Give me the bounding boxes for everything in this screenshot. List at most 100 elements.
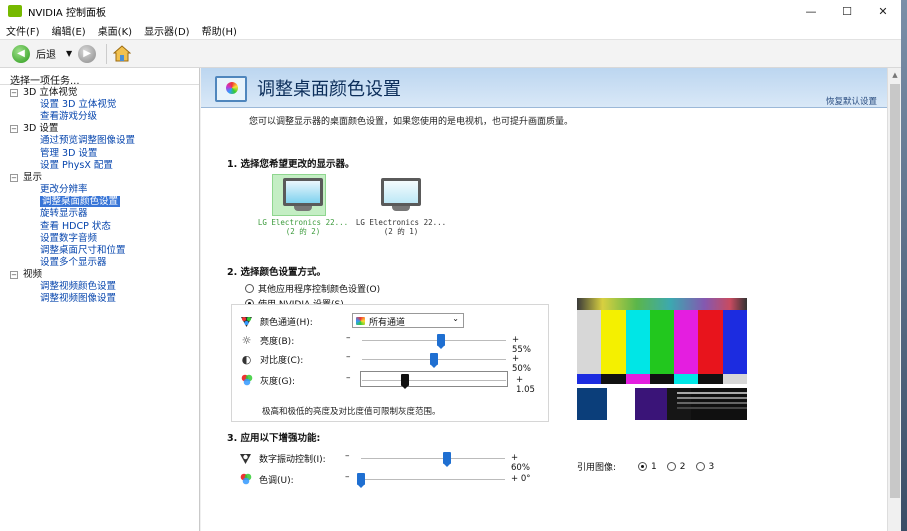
slider-track[interactable]	[361, 458, 505, 459]
contrast-label: 对比度(C):	[260, 355, 304, 366]
restore-defaults-link[interactable]: 恢复默认设置	[826, 95, 877, 107]
contrast-value: + 50%	[512, 354, 531, 374]
collapse-toggle-icon[interactable]: −	[10, 173, 18, 182]
monitor-index: (2 的 2)	[285, 227, 321, 236]
monitor-stand	[392, 206, 410, 211]
menu-display[interactable]: 显示器(D)	[144, 23, 190, 38]
test-pattern-mid-cell	[674, 374, 699, 384]
scroll-up-icon[interactable]: ▲	[888, 68, 901, 82]
gamma-slider[interactable]: –	[346, 371, 508, 389]
sidebar-task-link[interactable]: 设置数字音频	[10, 233, 135, 245]
contrast-slider-thumb[interactable]	[430, 353, 438, 368]
close-button[interactable]: ✕	[865, 0, 901, 22]
sidebar-task-label: 查看 HDCP 状态	[40, 220, 111, 232]
monitor-1-of-2[interactable]: LG Electronics 22... (2 的 1)	[349, 174, 453, 240]
vibrance-slider-thumb[interactable]	[443, 452, 452, 467]
radio-button[interactable]	[695, 462, 705, 471]
brightness-slider[interactable]: –	[346, 333, 506, 349]
reference-image-selector: 引用图像: 1 2 3	[577, 460, 724, 474]
monitor-icon	[381, 178, 421, 206]
sidebar-task-label: 设置 3D 立体视觉	[40, 99, 117, 110]
task-tree: −3D 立体视觉 设置 3D 立体视觉 查看游戏分级 −3D 设置 通过预览调整图像设置…	[10, 87, 135, 306]
sidebar-task-label: 设置多个显示器	[40, 257, 107, 269]
test-pattern-bar	[577, 310, 602, 374]
desktop-color-icon	[215, 76, 247, 102]
reference-image-option-1[interactable]: 1	[638, 462, 657, 472]
sidebar-task-link[interactable]: 调整视频颜色设置	[10, 281, 135, 293]
color-channel-select[interactable]: 所有通道 ⌄	[352, 313, 464, 328]
slider-track[interactable]	[362, 340, 506, 341]
maximize-button[interactable]: ☐	[829, 0, 865, 22]
sidebar-task-link[interactable]: 通过预览调整图像设置	[10, 135, 135, 147]
monitor-2-of-2[interactable]: LG Electronics 22... (2 的 2)	[251, 174, 355, 240]
minimize-button[interactable]: —	[793, 0, 829, 22]
collapse-toggle-icon[interactable]: −	[10, 271, 18, 280]
reference-image-option-2[interactable]: 2	[666, 462, 686, 472]
gamma-value: + 1.05	[516, 375, 535, 395]
home-icon[interactable]	[112, 44, 132, 63]
section-enhancements: 3. 应用以下增强功能:	[227, 433, 321, 444]
section-select-display: 1. 选择您希望更改的显示器。	[227, 159, 355, 170]
slider-track[interactable]	[362, 380, 506, 381]
reference-image-option-3[interactable]: 3	[695, 462, 714, 472]
sidebar-task-label: 管理 3D 设置	[40, 147, 98, 159]
sidebar-task-link[interactable]: 管理 3D 设置	[10, 148, 135, 160]
task-list-header: 选择一项任务...	[0, 68, 199, 87]
brightness-row: ☼ 亮度(B): – + 55%	[240, 332, 540, 355]
monitor-index: (2 的 1)	[383, 227, 419, 236]
sidebar-task-link[interactable]: 设置 PhysX 配置	[10, 160, 135, 172]
radio-button-selected[interactable]	[638, 462, 648, 471]
brightness-sun-icon: ☼	[241, 333, 252, 347]
reference-image-label: 引用图像:	[577, 463, 617, 473]
sidebar-task-link[interactable]: 设置 3D 立体视觉	[10, 99, 135, 111]
toolbar: ◀ 后退 ▼ ▶	[0, 40, 901, 68]
forward-arrow-icon[interactable]: ▶	[78, 44, 97, 63]
scrollbar-thumb[interactable]	[890, 84, 900, 498]
menu-file[interactable]: 文件(F)	[6, 23, 40, 38]
sidebar-task-link[interactable]: 设置多个显示器	[10, 257, 135, 269]
radio-button[interactable]	[245, 284, 254, 293]
collapse-toggle-icon[interactable]: −	[10, 125, 18, 134]
sidebar-category[interactable]: − 显示	[10, 172, 135, 184]
contrast-slider[interactable]: –	[346, 352, 506, 368]
sidebar-task-link[interactable]: 更改分辨率	[10, 184, 135, 196]
sidebar-task-link[interactable]: 查看游戏分级	[10, 111, 135, 123]
vibrance-row: 数字振动控制(I): – + 60%	[239, 450, 539, 473]
brightness-slider-thumb[interactable]	[437, 334, 446, 349]
sidebar-task-label: 设置 PhysX 配置	[40, 159, 113, 171]
gamma-row: 灰度(G): – + 1.05	[240, 371, 540, 395]
sidebar-task-label: 调整桌面尺寸和位置	[40, 244, 126, 256]
test-pattern-bar	[625, 310, 650, 374]
menu-help[interactable]: 帮助(H)	[202, 23, 237, 38]
hue-slider[interactable]: –	[345, 472, 505, 488]
sidebar-category[interactable]: − 视频	[10, 269, 135, 281]
sidebar-task-link[interactable]: 查看 HDCP 状态	[10, 221, 135, 233]
vertical-scrollbar[interactable]: ▲	[887, 68, 901, 531]
brightness-label: 亮度(B):	[260, 336, 295, 347]
hue-slider-thumb[interactable]	[357, 473, 365, 488]
test-pattern-mid-cell	[577, 374, 602, 384]
menu-desktop[interactable]: 桌面(K)	[98, 23, 132, 38]
sidebar-task-link[interactable]: 调整桌面颜色设置	[10, 196, 135, 208]
collapse-toggle-icon[interactable]: −	[10, 89, 18, 97]
test-pattern-bar	[722, 310, 747, 374]
contrast-row: ◐ 对比度(C): – + 50%	[240, 351, 540, 374]
slider-track[interactable]	[361, 479, 505, 480]
back-history-dropdown-icon[interactable]: ▼	[66, 49, 72, 58]
sidebar-category[interactable]: −3D 设置	[10, 123, 135, 135]
sidebar-task-link[interactable]: 调整桌面尺寸和位置	[10, 245, 135, 257]
page-header: 调整桌面颜色设置 恢复默认设置	[201, 68, 887, 108]
vibrance-value: + 60%	[511, 453, 530, 473]
back-arrow-icon[interactable]: ◀	[12, 44, 30, 63]
sidebar-task-link[interactable]: 旋转显示器	[10, 208, 135, 220]
radio-other-app-control[interactable]: 其他应用程序控制颜色设置(O)	[245, 282, 380, 295]
radio-label: 其他应用程序控制颜色设置(O)	[258, 285, 381, 295]
menu-edit[interactable]: 编辑(E)	[52, 23, 86, 38]
radio-button[interactable]	[666, 462, 676, 471]
vibrance-slider[interactable]: –	[345, 451, 505, 467]
sidebar-task-link[interactable]: 调整视频图像设置	[10, 293, 135, 305]
back-button-label[interactable]: 后退	[36, 46, 56, 61]
sidebar-category[interactable]: −3D 立体视觉	[10, 87, 135, 99]
gamma-slider-thumb[interactable]	[401, 374, 410, 389]
window-title: NVIDIA 控制面板	[28, 7, 106, 19]
